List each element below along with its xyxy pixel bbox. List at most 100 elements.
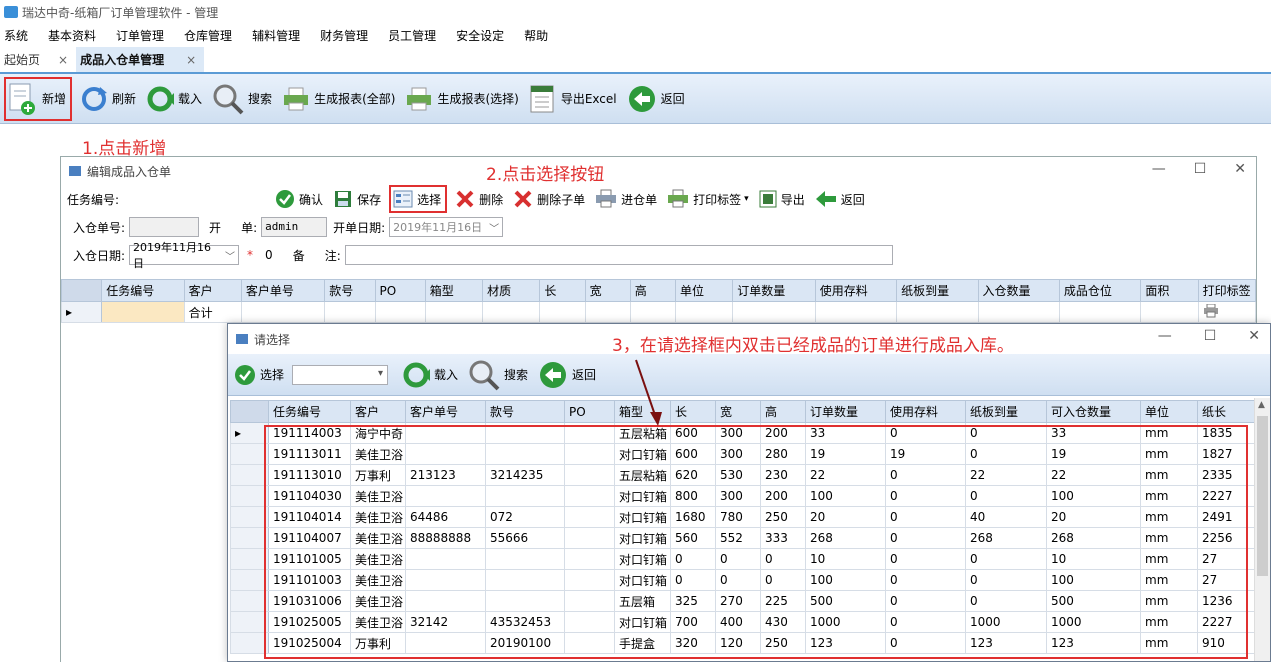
grid-cell[interactable]: 1000 <box>965 611 1047 633</box>
grid-cell[interactable]: 万事利 <box>350 632 406 654</box>
grid-cell[interactable]: 191025004 <box>268 632 351 654</box>
row-header[interactable] <box>230 590 269 612</box>
grid-cell[interactable]: 2227 <box>1197 611 1255 633</box>
grid-cell[interactable]: 191104014 <box>268 506 351 528</box>
menu-help[interactable]: 帮助 <box>514 24 558 48</box>
grid-cell[interactable]: 230 <box>760 464 806 486</box>
grid-cell[interactable] <box>405 632 486 654</box>
in-no-input[interactable] <box>129 217 200 237</box>
grid-cell[interactable]: 120 <box>715 632 761 654</box>
grid-cell[interactable] <box>405 422 486 444</box>
grid-cell[interactable]: 191104007 <box>268 527 351 549</box>
row-header[interactable] <box>230 506 269 528</box>
menu-basic-data[interactable]: 基本资料 <box>38 24 106 48</box>
grid-cell[interactable]: 对口钉箱 <box>614 611 671 633</box>
grid-cell[interactable] <box>564 443 615 465</box>
grid-cell[interactable] <box>564 548 615 570</box>
grid-cell[interactable] <box>405 590 486 612</box>
grid-cell[interactable] <box>564 506 615 528</box>
grid-cell[interactable]: 123 <box>965 632 1047 654</box>
grid-cell[interactable]: 10 <box>1046 548 1141 570</box>
grid-cell[interactable]: 333 <box>760 527 806 549</box>
column-header[interactable]: 宽 <box>715 400 761 423</box>
grid-cell[interactable]: mm <box>1140 485 1198 507</box>
inbound-slip-button[interactable]: 进仓单 <box>595 189 657 209</box>
tab-start-page[interactable]: 起始页 × <box>0 47 76 72</box>
grid-cell[interactable]: 0 <box>965 485 1047 507</box>
grid-cell[interactable]: mm <box>1140 548 1198 570</box>
grid-cell[interactable]: 20 <box>805 506 886 528</box>
grid-cell[interactable] <box>1140 301 1199 323</box>
print-cell[interactable] <box>1197 301 1257 323</box>
grid-cell[interactable]: 268 <box>805 527 886 549</box>
grid-cell[interactable]: 五层箱 <box>614 590 671 612</box>
grid-cell[interactable]: 美佳卫浴 <box>350 569 406 591</box>
menu-warehouse[interactable]: 仓库管理 <box>174 24 242 48</box>
grid-cell[interactable]: 2335 <box>1197 464 1255 486</box>
grid-cell[interactable] <box>584 301 631 323</box>
grid-cell[interactable]: 100 <box>1046 569 1141 591</box>
column-header[interactable]: 长 <box>670 400 716 423</box>
grid-cell[interactable]: 0 <box>885 632 966 654</box>
grid-cell[interactable]: 0 <box>885 506 966 528</box>
column-header[interactable]: 高 <box>760 400 806 423</box>
grid-cell[interactable] <box>240 301 326 323</box>
grid-cell[interactable]: 600 <box>670 443 716 465</box>
order-row[interactable]: ▸ 191114003 海宁中奇 五层粘箱 600 300 200 33 0 0 33 mm 1835 <box>230 422 1255 444</box>
grid-cell[interactable]: 33 <box>1046 422 1141 444</box>
grid-cell[interactable]: 对口钉箱 <box>614 485 671 507</box>
order-row[interactable]: 191113011 美佳卫浴 对口钉箱 600 300 280 19 19 0 19 mm 1827 <box>230 443 1255 465</box>
grid-cell[interactable] <box>485 443 565 465</box>
grid-cell[interactable] <box>485 590 565 612</box>
popup-search-button[interactable]: 搜索 <box>468 355 528 395</box>
grid-cell[interactable]: 19 <box>805 443 886 465</box>
grid-cell[interactable]: 0 <box>885 590 966 612</box>
grid-cell[interactable]: 33 <box>805 422 886 444</box>
grid-cell[interactable] <box>814 301 898 323</box>
grid-cell[interactable] <box>732 301 816 323</box>
grid-cell[interactable] <box>405 443 486 465</box>
row-header[interactable] <box>230 464 269 486</box>
grid-cell[interactable]: 19 <box>1046 443 1141 465</box>
maximize-icon[interactable]: ☐ <box>1194 161 1207 177</box>
column-header[interactable]: 纸长 <box>1197 400 1255 423</box>
grid-cell[interactable]: mm <box>1140 506 1198 528</box>
grid-cell[interactable] <box>629 301 677 323</box>
grid-cell[interactable]: 万事利 <box>350 464 406 486</box>
grid-cell[interactable]: 250 <box>760 506 806 528</box>
column-header[interactable]: PO <box>374 279 426 302</box>
return-button[interactable]: 返回 <box>815 190 865 208</box>
grid-cell[interactable]: 320 <box>670 632 716 654</box>
grid-cell[interactable] <box>405 569 486 591</box>
grid-cell[interactable]: 225 <box>760 590 806 612</box>
grid-cell[interactable]: mm <box>1140 422 1198 444</box>
grid-cell[interactable] <box>324 301 376 323</box>
row-header[interactable] <box>230 527 269 549</box>
grid-cell[interactable] <box>564 611 615 633</box>
grid-cell[interactable] <box>405 548 486 570</box>
grid-cell[interactable]: 191114003 <box>268 422 351 444</box>
grid-cell[interactable]: 0 <box>885 611 966 633</box>
grid-cell[interactable]: 1000 <box>1046 611 1141 633</box>
grid-cell[interactable]: 325 <box>670 590 716 612</box>
column-header[interactable]: 可入仓数量 <box>1046 400 1141 423</box>
grid-cell[interactable]: 1000 <box>805 611 886 633</box>
refresh-button[interactable]: 刷新 <box>80 79 136 119</box>
grid-cell[interactable]: 0 <box>965 443 1047 465</box>
grid-cell[interactable]: 191113011 <box>268 443 351 465</box>
grid-cell[interactable]: 123 <box>805 632 886 654</box>
grid-cell[interactable]: 对口钉箱 <box>614 506 671 528</box>
popup-load-button[interactable]: 载入 <box>402 355 458 395</box>
grid-cell[interactable]: 100 <box>805 485 886 507</box>
grid-cell[interactable]: 300 <box>715 422 761 444</box>
close-icon[interactable]: × <box>58 53 68 67</box>
order-row[interactable]: 191031006 美佳卫浴 五层箱 325 270 225 500 0 0 500 mm 1236 <box>230 590 1255 612</box>
grid-cell[interactable]: mm <box>1140 527 1198 549</box>
grid-cell[interactable]: 552 <box>715 527 761 549</box>
grid-cell[interactable] <box>564 464 615 486</box>
column-header[interactable]: 客户单号 <box>405 400 486 423</box>
grid-cell[interactable]: 27 <box>1197 569 1255 591</box>
select-button[interactable]: 选择 <box>389 185 448 213</box>
delete-button[interactable]: 删除 <box>455 189 503 209</box>
grid-cell[interactable]: 0 <box>885 548 966 570</box>
